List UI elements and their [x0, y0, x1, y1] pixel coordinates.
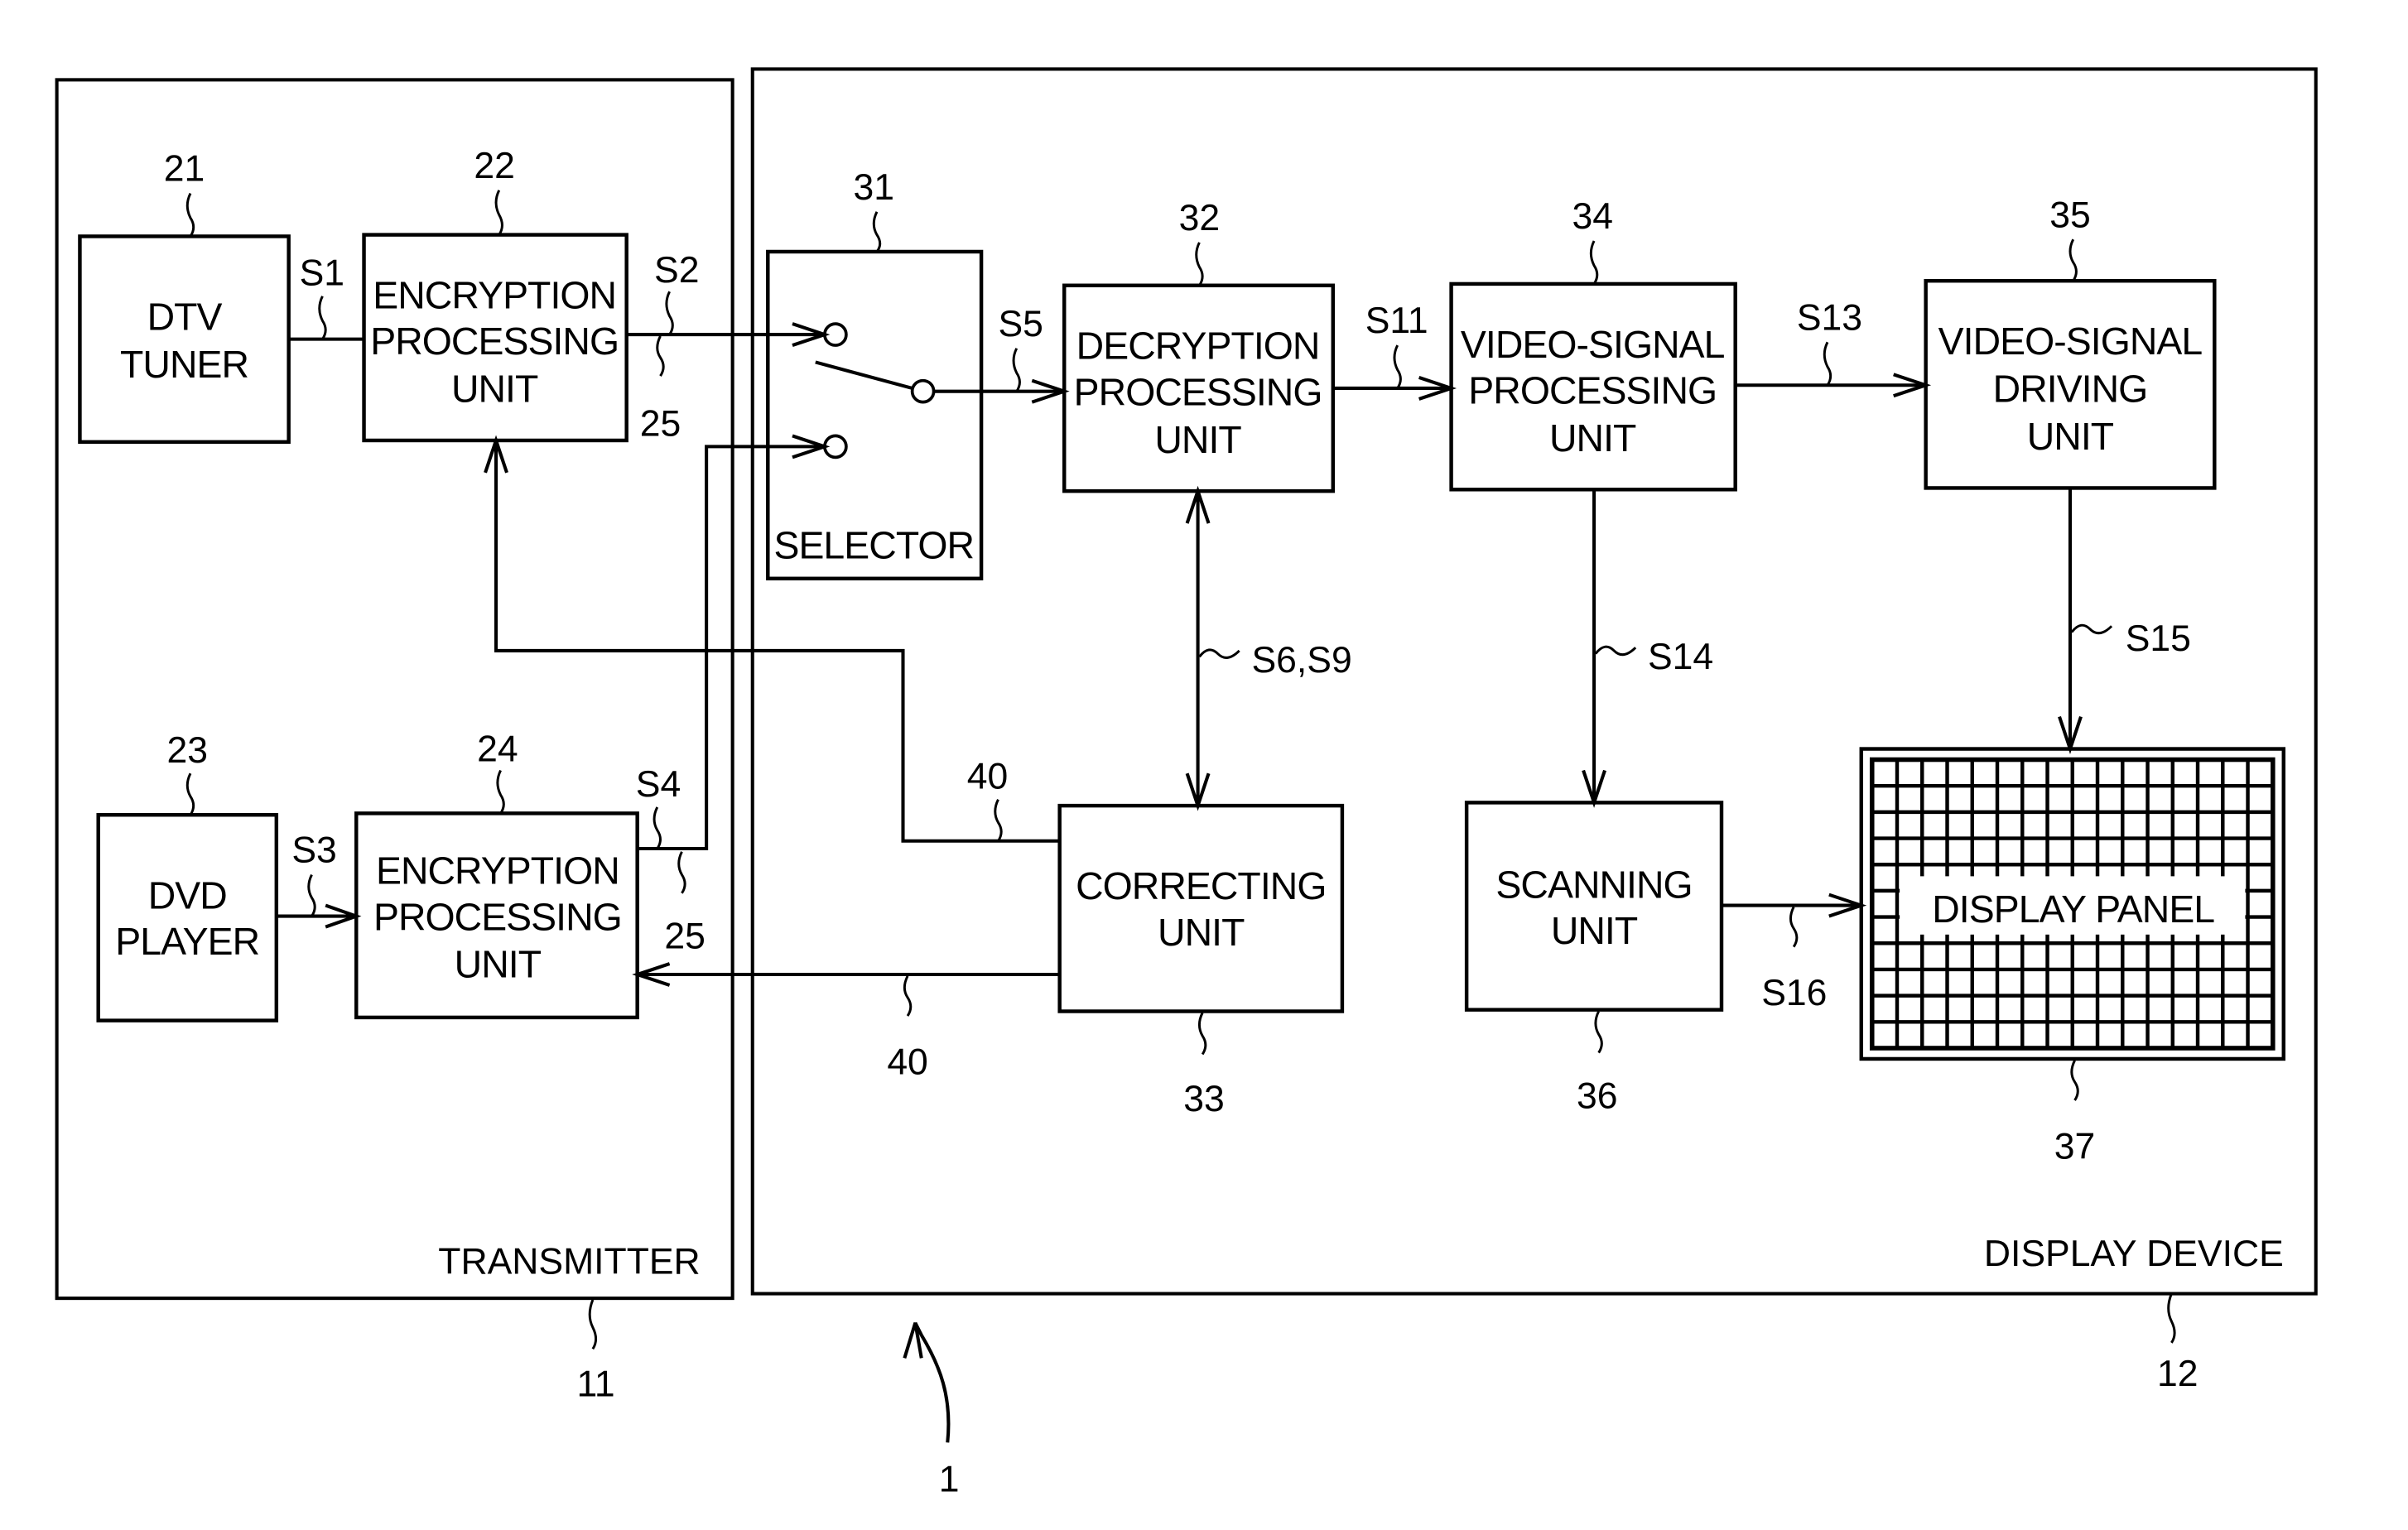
scanning-unit-ref: 36 — [1577, 1075, 1617, 1116]
signal-s14: S14 — [1648, 637, 1713, 677]
encryption-unit-22-ref-lead — [494, 190, 503, 236]
display-device-ref-lead — [2167, 1293, 2176, 1344]
feedback-upper-lead — [994, 799, 1003, 842]
decryption-unit-ref-lead — [1195, 242, 1204, 286]
video-processing-unit-ref: 34 — [1572, 196, 1612, 237]
video-driving-unit-line-1: VIDEO-SIGNAL — [1938, 320, 2203, 363]
transmitter-label: TRANSMITTER — [438, 1241, 700, 1282]
transmitter-ref-lead — [588, 1299, 598, 1350]
link-ref-25-lower: 25 — [664, 917, 705, 957]
encryption-unit-24-ref-lead — [496, 769, 505, 815]
s15-lead — [2070, 623, 2113, 635]
video-processing-unit-line-1: VIDEO-SIGNAL — [1461, 323, 1725, 366]
dvd-player-ref: 23 — [167, 730, 208, 771]
selector-terminal-common — [910, 378, 936, 404]
system-ref-arrow — [913, 1321, 951, 1443]
correcting-unit-ref: 33 — [1183, 1079, 1224, 1119]
link-25-lower-lead — [677, 851, 686, 894]
dtv-tuner-ref: 21 — [164, 149, 205, 190]
scanning-unit-line-1: SCANNING — [1495, 863, 1692, 906]
s6-s9-lead — [1198, 648, 1240, 659]
s4-lead — [653, 806, 662, 849]
system-ref: 1 — [939, 1460, 960, 1500]
video-processing-unit-line-3: UNIT — [1549, 416, 1636, 459]
signal-s5: S5 — [998, 304, 1043, 344]
s1-lead — [318, 296, 327, 340]
transmitter-ref: 11 — [576, 1364, 614, 1405]
selector-ref-lead — [872, 211, 882, 253]
scanning-unit-block — [1464, 801, 1724, 1012]
video-processing-unit-ref-lead — [1589, 240, 1599, 285]
encryption-unit-24-line-1: ENCRYPTION — [376, 849, 619, 892]
dvd-player-ref-lead — [185, 772, 195, 816]
s16-lead — [1789, 906, 1799, 948]
display-device-ref: 12 — [2157, 1354, 2198, 1394]
display-panel-label: DISPLAY PANEL — [1932, 888, 2214, 931]
decryption-unit-line-1: DECRYPTION — [1076, 325, 1320, 368]
video-driving-unit-line-3: UNIT — [2027, 415, 2114, 458]
s13-lead — [1823, 341, 1832, 387]
s11-lead — [1393, 344, 1402, 389]
signal-s16: S16 — [1761, 973, 1827, 1013]
s5-lead — [1012, 348, 1021, 392]
block-diagram: TRANSMITTER 11 DISPLAY DEVICE 12 1 DTV T… — [55, 67, 2318, 1500]
feedback-lower-lead — [903, 975, 913, 1017]
s3-lead — [307, 873, 316, 917]
decryption-unit-ref: 32 — [1179, 198, 1220, 238]
signal-s13: S13 — [1797, 298, 1862, 339]
correcting-unit-line-2: UNIT — [1158, 911, 1245, 954]
video-driving-unit-ref: 35 — [2049, 195, 2090, 235]
s14-lead — [1594, 645, 1637, 657]
signal-s3: S3 — [291, 830, 336, 871]
correcting-unit-ref-lead — [1197, 1012, 1207, 1056]
signal-s11: S11 — [1365, 301, 1428, 341]
encryption-unit-22-line-1: ENCRYPTION — [373, 274, 616, 317]
link-ref-25-upper: 25 — [640, 403, 681, 444]
feedback-ref-40-lower: 40 — [887, 1042, 927, 1083]
signal-s2: S2 — [654, 250, 699, 291]
scanning-unit-ref-lead — [1594, 1010, 1603, 1054]
encryption-unit-24-line-3: UNIT — [455, 943, 542, 986]
encryption-unit-22-line-3: UNIT — [451, 368, 538, 411]
signal-s4: S4 — [636, 764, 681, 805]
encryption-unit-24-ref: 24 — [477, 729, 518, 769]
correcting-unit-block — [1057, 803, 1345, 1013]
decryption-unit-line-2: PROCESSING — [1074, 370, 1322, 413]
feedback-ref-40-upper: 40 — [967, 757, 1008, 797]
selector-ref: 31 — [854, 167, 894, 208]
link-25-upper-lead — [656, 335, 665, 377]
encryption-unit-24-line-2: PROCESSING — [373, 895, 622, 938]
decryption-unit-line-3: UNIT — [1154, 418, 1241, 461]
s2-lead — [665, 291, 674, 335]
dtv-tuner-line-1: DTV — [147, 296, 223, 339]
correcting-unit-line-1: CORRECTING — [1076, 864, 1326, 907]
display-device-label: DISPLAY DEVICE — [1984, 1234, 2284, 1274]
dvd-player-block — [96, 813, 279, 1022]
signal-s6-s9: S6,S9 — [1251, 640, 1351, 681]
video-driving-unit-ref-lead — [2068, 238, 2078, 282]
video-driving-unit-line-2: DRIVING — [1993, 368, 2148, 411]
signal-s15: S15 — [2126, 618, 2191, 659]
display-device-frame — [750, 67, 2318, 1296]
dtv-tuner-ref-lead — [185, 192, 195, 238]
dtv-tuner-line-2: TUNER — [120, 343, 248, 386]
dvd-player-line-1: DVD — [148, 873, 227, 917]
encryption-unit-22-ref: 22 — [474, 146, 514, 186]
display-panel-ref-lead — [2070, 1060, 2079, 1101]
signal-s1: S1 — [300, 253, 344, 294]
video-processing-unit-line-2: PROCESSING — [1468, 368, 1717, 411]
scanning-unit-line-2: UNIT — [1551, 909, 1638, 952]
dvd-player-line-2: PLAYER — [115, 920, 259, 963]
encryption-unit-22-line-2: PROCESSING — [370, 320, 619, 363]
selector-label: SELECTOR — [773, 524, 974, 567]
dtv-tuner-block — [78, 234, 291, 445]
display-panel-ref: 37 — [2054, 1126, 2095, 1167]
